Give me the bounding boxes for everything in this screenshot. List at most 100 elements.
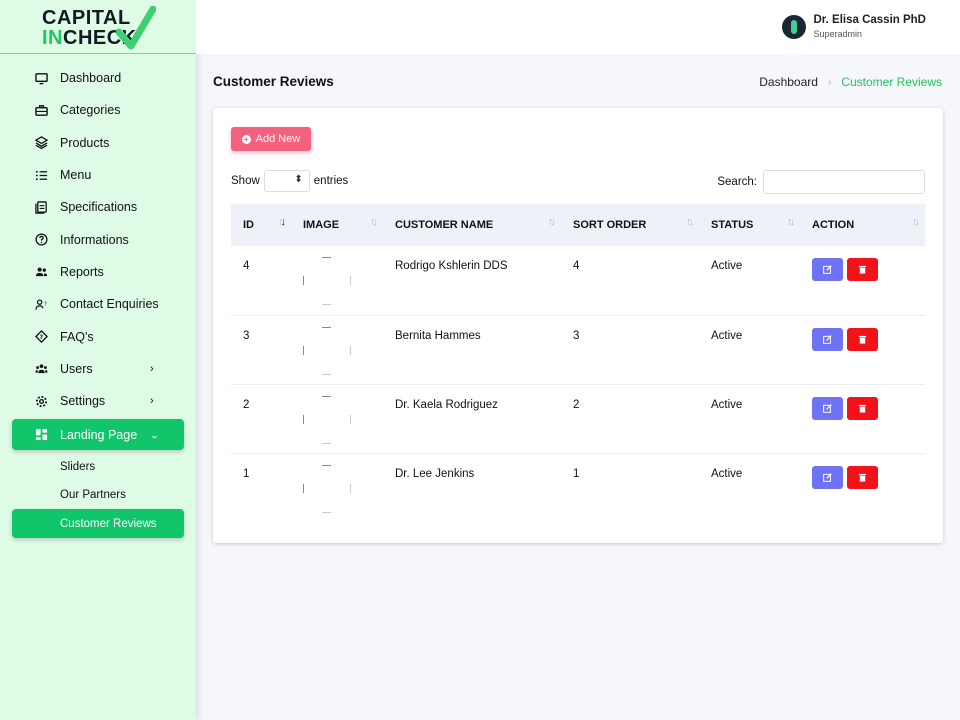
sidebar-item-label: Contact Enquiries — [60, 297, 159, 312]
sidebar-subitem-customer-reviews[interactable]: Customer Reviews — [12, 509, 184, 538]
user-role: Superadmin — [813, 29, 863, 39]
user-question-icon: ? — [34, 297, 48, 311]
sidebar-item-dashboard[interactable]: Dashboard — [0, 62, 196, 94]
sidebar-item-label: Categories — [60, 103, 121, 118]
customer-image — [303, 464, 351, 513]
sidebar-item-label: FAQ's — [60, 329, 94, 344]
column-header-sort-order[interactable]: SORT ORDER ↑↓ — [561, 204, 699, 246]
sidebar-item-specifications[interactable]: Specifications — [0, 191, 196, 223]
sidebar-item-label: Products — [60, 135, 110, 150]
breadcrumb: Dashboard › Customer Reviews — [759, 75, 942, 89]
avatar — [781, 15, 806, 39]
sidebar-item-reports[interactable]: Reports — [0, 256, 196, 288]
checkmark-icon — [116, 6, 156, 50]
dashboard-grid-icon — [34, 428, 48, 442]
briefcase-icon — [34, 103, 48, 117]
chevron-right-icon: › — [827, 76, 832, 88]
trash-icon — [858, 404, 867, 413]
chevron-down-icon: ⌄ — [150, 429, 160, 442]
sidebar-subitem-our-partners[interactable]: Our Partners — [0, 481, 196, 510]
sidebar-item-label: Menu — [60, 168, 92, 183]
user-menu[interactable]: Dr. Elisa Cassin PhD Superadmin — [781, 14, 927, 39]
sidebar-item-categories[interactable]: Categories — [0, 94, 196, 126]
brand-line2-in: IN — [42, 27, 63, 49]
sidebar-item-faqs[interactable]: ? FAQ's — [0, 320, 196, 352]
trash-icon — [858, 265, 867, 274]
edit-icon — [823, 403, 832, 413]
edit-button[interactable] — [812, 258, 843, 281]
table-row: 2 Dr. Kaela Rodriguez 2 Active — [231, 384, 925, 453]
sidebar-subitem-sliders[interactable]: Sliders — [0, 452, 196, 481]
diamond-question-icon: ? — [34, 330, 48, 344]
cell-status: Active — [711, 260, 743, 272]
brand-logo[interactable]: CAPITAL INCHECK — [0, 0, 196, 54]
sidebar-item-label: Users — [60, 361, 93, 376]
edit-button[interactable] — [812, 465, 843, 489]
document-icon — [34, 200, 48, 214]
sort-icon: ↑↓ — [686, 216, 694, 228]
sidebar-item-products[interactable]: Products — [0, 127, 196, 159]
search-input[interactable] — [763, 170, 925, 194]
monitor-icon — [34, 71, 48, 85]
sort-icon: ↑↓ — [278, 216, 286, 228]
breadcrumb-home-link[interactable]: Dashboard — [759, 75, 818, 89]
column-header-action[interactable]: ACTION ↑↓ — [800, 204, 925, 246]
entries-select[interactable] — [263, 170, 310, 192]
svg-text:?: ? — [39, 334, 43, 341]
cell-sort-order: 4 — [573, 260, 580, 272]
cell-id: 1 — [243, 467, 250, 480]
cell-customer-name: Dr. Kaela Rodriguez — [395, 398, 498, 411]
sidebar-item-label: Settings — [60, 394, 106, 409]
entries-length-control: Show entries — [231, 170, 348, 192]
sort-icon: ↑↓ — [548, 216, 556, 228]
sidebar-item-label: Reports — [60, 264, 104, 279]
cell-sort-order: 2 — [573, 398, 580, 411]
question-circle-icon — [34, 233, 48, 247]
cell-customer-name: Rodrigo Kshlerin DDS — [395, 260, 508, 272]
edit-button[interactable] — [812, 327, 843, 351]
sidebar-item-landing-page[interactable]: Landing Page ⌄ — [12, 419, 184, 451]
search-control: Search: — [717, 170, 925, 194]
customer-image — [303, 257, 351, 305]
delete-button[interactable] — [847, 258, 878, 281]
customer-image — [303, 326, 351, 375]
sidebar-item-label: Landing Page — [60, 427, 138, 442]
edit-button[interactable] — [812, 396, 843, 420]
column-header-id[interactable]: ID ↑↓ — [231, 204, 291, 246]
show-label: Show — [231, 175, 260, 187]
user-name: Dr. Elisa Cassin PhD — [813, 14, 927, 26]
chevron-right-icon: › — [150, 395, 154, 408]
trash-icon — [858, 335, 867, 344]
reviews-card: + Add New Show entries Search: ID↑↓ IMAG… — [213, 108, 943, 543]
delete-button[interactable] — [847, 396, 878, 420]
sidebar-subitem-label: Our Partners — [60, 489, 126, 502]
sidebar-item-settings[interactable]: Settings › — [0, 385, 196, 417]
column-header-customer-name[interactable]: CUSTOMER NAME ↑↓ — [383, 204, 561, 246]
page-title: Customer Reviews — [213, 74, 334, 89]
edit-icon — [823, 265, 832, 274]
sort-icon: ↑↓ — [787, 216, 795, 228]
trash-icon — [858, 473, 867, 482]
sidebar-item-label: Dashboard — [60, 71, 122, 86]
sort-icon: ↑↓ — [370, 216, 378, 228]
sidebar-subitem-label: Customer Reviews — [60, 517, 157, 530]
table-header-row: ID ↑↓ IMAGE ↑↓ CUSTOMER NAME ↑↓ SORT ORDER ↑… — [231, 204, 925, 246]
sidebar-item-menu[interactable]: Menu — [0, 159, 196, 191]
layers-icon — [34, 136, 48, 150]
sidebar-item-label: Informations — [60, 232, 129, 247]
sidebar-item-label: Specifications — [60, 200, 138, 215]
reviews-table: ID ↑↓ IMAGE ↑↓ CUSTOMER NAME ↑↓ SORT ORDER ↑… — [231, 204, 925, 522]
column-header-image[interactable]: IMAGE ↑↓ — [291, 204, 383, 246]
sidebar-item-informations[interactable]: Informations — [0, 223, 196, 255]
add-new-button[interactable]: + Add New — [231, 127, 311, 151]
sidebar-item-users[interactable]: Users › — [0, 353, 196, 385]
delete-button[interactable] — [847, 327, 878, 351]
entries-label: entries — [313, 175, 349, 187]
sidebar-item-contact-enquiries[interactable]: ? Contact Enquiries — [0, 288, 196, 320]
delete-button[interactable] — [847, 465, 878, 489]
cell-sort-order: 3 — [573, 329, 580, 342]
sidebar-subitem-label: Sliders — [60, 460, 96, 473]
users-icon — [34, 265, 48, 279]
search-label: Search: — [717, 176, 757, 188]
column-header-status[interactable]: STATUS ↑↓ — [699, 204, 800, 246]
